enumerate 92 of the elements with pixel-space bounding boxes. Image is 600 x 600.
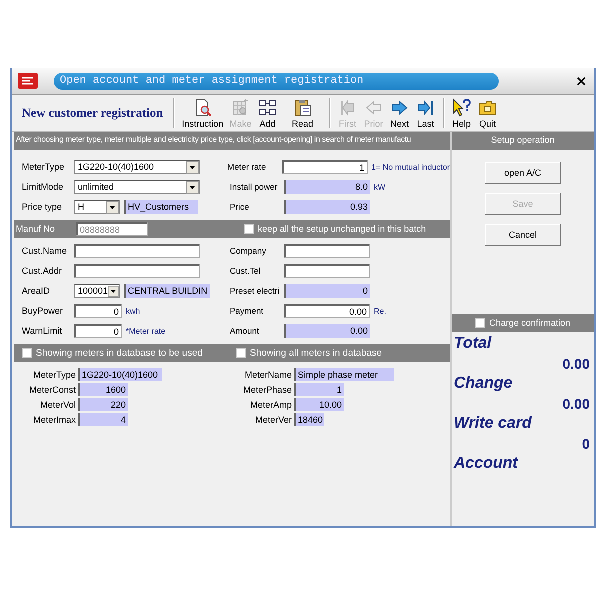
panel-header: Setup operation <box>452 132 594 150</box>
input-field[interactable]: 0 <box>74 324 122 338</box>
grid-gear-icon <box>230 98 251 118</box>
total-label: Account <box>454 454 520 474</box>
unit-label: Re. <box>374 306 386 316</box>
field-label: MeterVer <box>254 414 293 424</box>
field-label: AreaID <box>22 286 52 296</box>
input-field[interactable] <box>74 244 200 258</box>
action-button[interactable]: open A/C <box>485 162 561 184</box>
checkbox[interactable] <box>236 348 246 358</box>
total-value: 0 <box>581 435 590 454</box>
field-label: Price <box>230 202 250 212</box>
field-label: Meter rate <box>228 162 268 172</box>
action-button[interactable]: Cancel <box>485 224 561 246</box>
input-field[interactable]: 0 <box>74 304 122 318</box>
readonly-field: CENTRAL BUILDIN <box>124 284 210 298</box>
unit-label: 1= No mutual inductor <box>372 162 450 172</box>
field-label: Preset electri <box>230 286 281 296</box>
toolbar-button[interactable]: Add <box>254 98 281 128</box>
field-label: MeterPhase <box>242 384 293 394</box>
readonly-field: 1600 <box>78 383 128 396</box>
unit-label: kwh <box>126 306 140 316</box>
input-field[interactable]: 1 <box>282 160 368 174</box>
field-label: Payment <box>230 306 265 316</box>
field-label: MeterImax <box>32 414 77 424</box>
readonly-field: 1 <box>294 383 344 396</box>
field-label: BuyPower <box>22 306 64 316</box>
total-value: 0.00 <box>562 395 590 414</box>
dropdown[interactable]: H <box>74 200 120 214</box>
total-label: Total <box>454 334 493 354</box>
field-label: Company <box>230 246 268 256</box>
readonly-field: 4 <box>78 413 128 426</box>
field-label: MeterName <box>244 370 293 380</box>
field-label: Install power <box>230 182 279 192</box>
close-button[interactable] <box>575 74 588 88</box>
field-label: MeterType <box>32 370 77 380</box>
clipboard-icon <box>292 98 313 118</box>
toolbar-button[interactable]: Last <box>412 98 439 128</box>
help-icon <box>452 98 472 118</box>
app-logo-icon <box>18 73 38 89</box>
readonly-field: 0 <box>284 284 370 298</box>
field-label: MeterAmp <box>249 400 293 410</box>
checkbox-label: keep all the setup unchanged in this batch <box>258 224 426 234</box>
input-field[interactable] <box>74 264 200 278</box>
readonly-field: 220 <box>78 398 128 411</box>
readonly-field: 1G220-10(40)1600 <box>78 368 162 381</box>
checkbox-label: Charge confirmation <box>489 318 571 328</box>
input-field[interactable]: 08888888 <box>76 222 148 236</box>
field-label: Cust.Addr <box>22 266 64 276</box>
total-label: Write card <box>454 414 534 434</box>
close-icon <box>577 76 586 86</box>
toolbar-button[interactable]: Help <box>448 98 475 128</box>
toolbar-button[interactable]: Read <box>280 98 325 128</box>
unit-label: kW <box>374 182 386 192</box>
field-label: Cust.Name <box>22 246 68 256</box>
checkbox-label: Showing all meters in database <box>250 348 382 358</box>
input-field[interactable] <box>284 264 370 278</box>
readonly-field: HV_Customers <box>124 200 198 214</box>
field-label: Cust.Tel <box>230 266 262 276</box>
toolbar-button[interactable]: Instruction <box>179 98 227 128</box>
field-label: Manuf No <box>15 224 56 234</box>
dropdown[interactable]: 100001 <box>74 284 120 298</box>
window-title: Open account and meter assignment registration <box>60 75 364 87</box>
field-label: WarnLimit <box>22 326 64 336</box>
checkbox[interactable] <box>475 318 486 328</box>
readonly-field: 18460 <box>294 413 324 426</box>
total-value: 0.00 <box>562 355 590 374</box>
readonly-field: 10.00 <box>294 398 344 411</box>
readonly-field: 0.93 <box>284 200 370 214</box>
squares-icon <box>258 98 278 118</box>
total-label: Change <box>454 374 514 394</box>
field-label: MeterVol <box>39 400 77 410</box>
form-heading: New customer registration <box>22 106 164 120</box>
checkbox[interactable] <box>244 224 254 234</box>
input-field[interactable] <box>284 244 370 258</box>
dropdown[interactable]: unlimited <box>74 180 200 194</box>
toolbar-button[interactable]: Quit <box>474 98 501 128</box>
input-field[interactable]: 0.00 <box>284 304 370 318</box>
field-label: Amount <box>230 326 260 336</box>
unit-label: *Meter rate <box>126 326 166 336</box>
dropdown[interactable]: 1G220-10(40)1600 <box>74 160 200 174</box>
field-label: Price type <box>22 202 64 212</box>
hint-bar: After choosing meter type, meter multiple and electricity price type, click [account-opening] in search of meter manufactu <box>14 132 450 150</box>
readonly-field: Simple phase meter <box>294 368 394 381</box>
readonly-field: 0.00 <box>284 324 370 338</box>
field-label: LimitMode <box>22 182 65 192</box>
field-label: MeterConst <box>28 384 77 394</box>
toolbar-button[interactable]: Next <box>386 98 413 128</box>
field-label: MeterType <box>22 162 66 172</box>
checkbox-label: Showing meters in database to be used <box>36 348 203 358</box>
readonly-field: 8.0 <box>284 180 370 194</box>
checkbox[interactable] <box>22 348 32 358</box>
